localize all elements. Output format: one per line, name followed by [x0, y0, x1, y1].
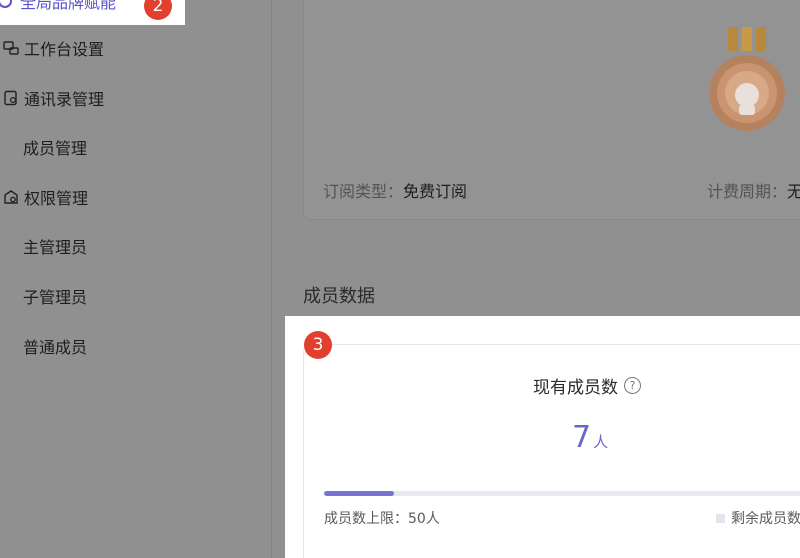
- legend-swatch: [716, 513, 725, 523]
- member-limit: 成员数上限：50人: [324, 511, 440, 527]
- sidebar-item-permissions[interactable]: 权限管理: [0, 177, 88, 217]
- sidebar-item-main-admin[interactable]: 主管理员: [0, 226, 87, 266]
- contacts-icon: [2, 89, 20, 107]
- workbench-icon: [2, 39, 20, 57]
- sidebar-item-members[interactable]: 成员管理: [0, 127, 87, 167]
- circle-icon: [0, 0, 12, 8]
- sidebar-item-label: 主管理员: [23, 238, 88, 257]
- sidebar-item-workbench[interactable]: 工作台设置: [0, 28, 104, 68]
- member-progress-bar: [324, 491, 800, 496]
- billing-period: 计费周期：无: [707, 182, 800, 201]
- help-icon[interactable]: ?: [624, 377, 641, 394]
- section-title: 成员数据: [303, 286, 375, 307]
- sidebar-item-sub-admin[interactable]: 子管理员: [0, 276, 87, 316]
- member-progress-fill: [324, 491, 394, 496]
- medal-icon: [710, 27, 785, 131]
- permission-icon: [2, 188, 20, 206]
- member-count: 7人: [572, 420, 609, 455]
- sidebar-item-label: 成员管理: [23, 139, 88, 158]
- sidebar-item-label: 全局品牌赋能: [20, 0, 117, 12]
- subscription-type: 订阅类型：免费订阅: [323, 182, 468, 201]
- sidebar-item-label: 子管理员: [23, 288, 88, 307]
- sidebar-item-brand[interactable]: 全局品牌赋能: [0, 0, 116, 13]
- sidebar-item-regular-member[interactable]: 普通成员: [0, 326, 87, 366]
- member-count-title: 现有成员数 ?: [533, 373, 641, 398]
- sidebar-item-label: 通讯录管理: [24, 90, 105, 109]
- sidebar-item-label: 普通成员: [23, 338, 88, 357]
- step-badge-3: 3: [304, 331, 332, 359]
- sidebar-item-label: 工作台设置: [24, 40, 105, 59]
- main-content: 订阅类型：免费订阅 计费周期：无 成员数据 现有成员数 ? 7人 成员数上限：5…: [273, 0, 800, 558]
- sidebar-item-label: 权限管理: [24, 189, 89, 208]
- sidebar-item-contacts[interactable]: 通讯录管理: [0, 78, 104, 118]
- sidebar: 全局品牌赋能 2 工作台设置 通讯录管理 成员管理 权限管理 主管理员 子管理员…: [0, 0, 272, 558]
- remaining-legend: 剩余成员数: [716, 508, 800, 528]
- member-panel: 现有成员数 ? 7人 成员数上限：50人 剩余成员数: [285, 316, 800, 558]
